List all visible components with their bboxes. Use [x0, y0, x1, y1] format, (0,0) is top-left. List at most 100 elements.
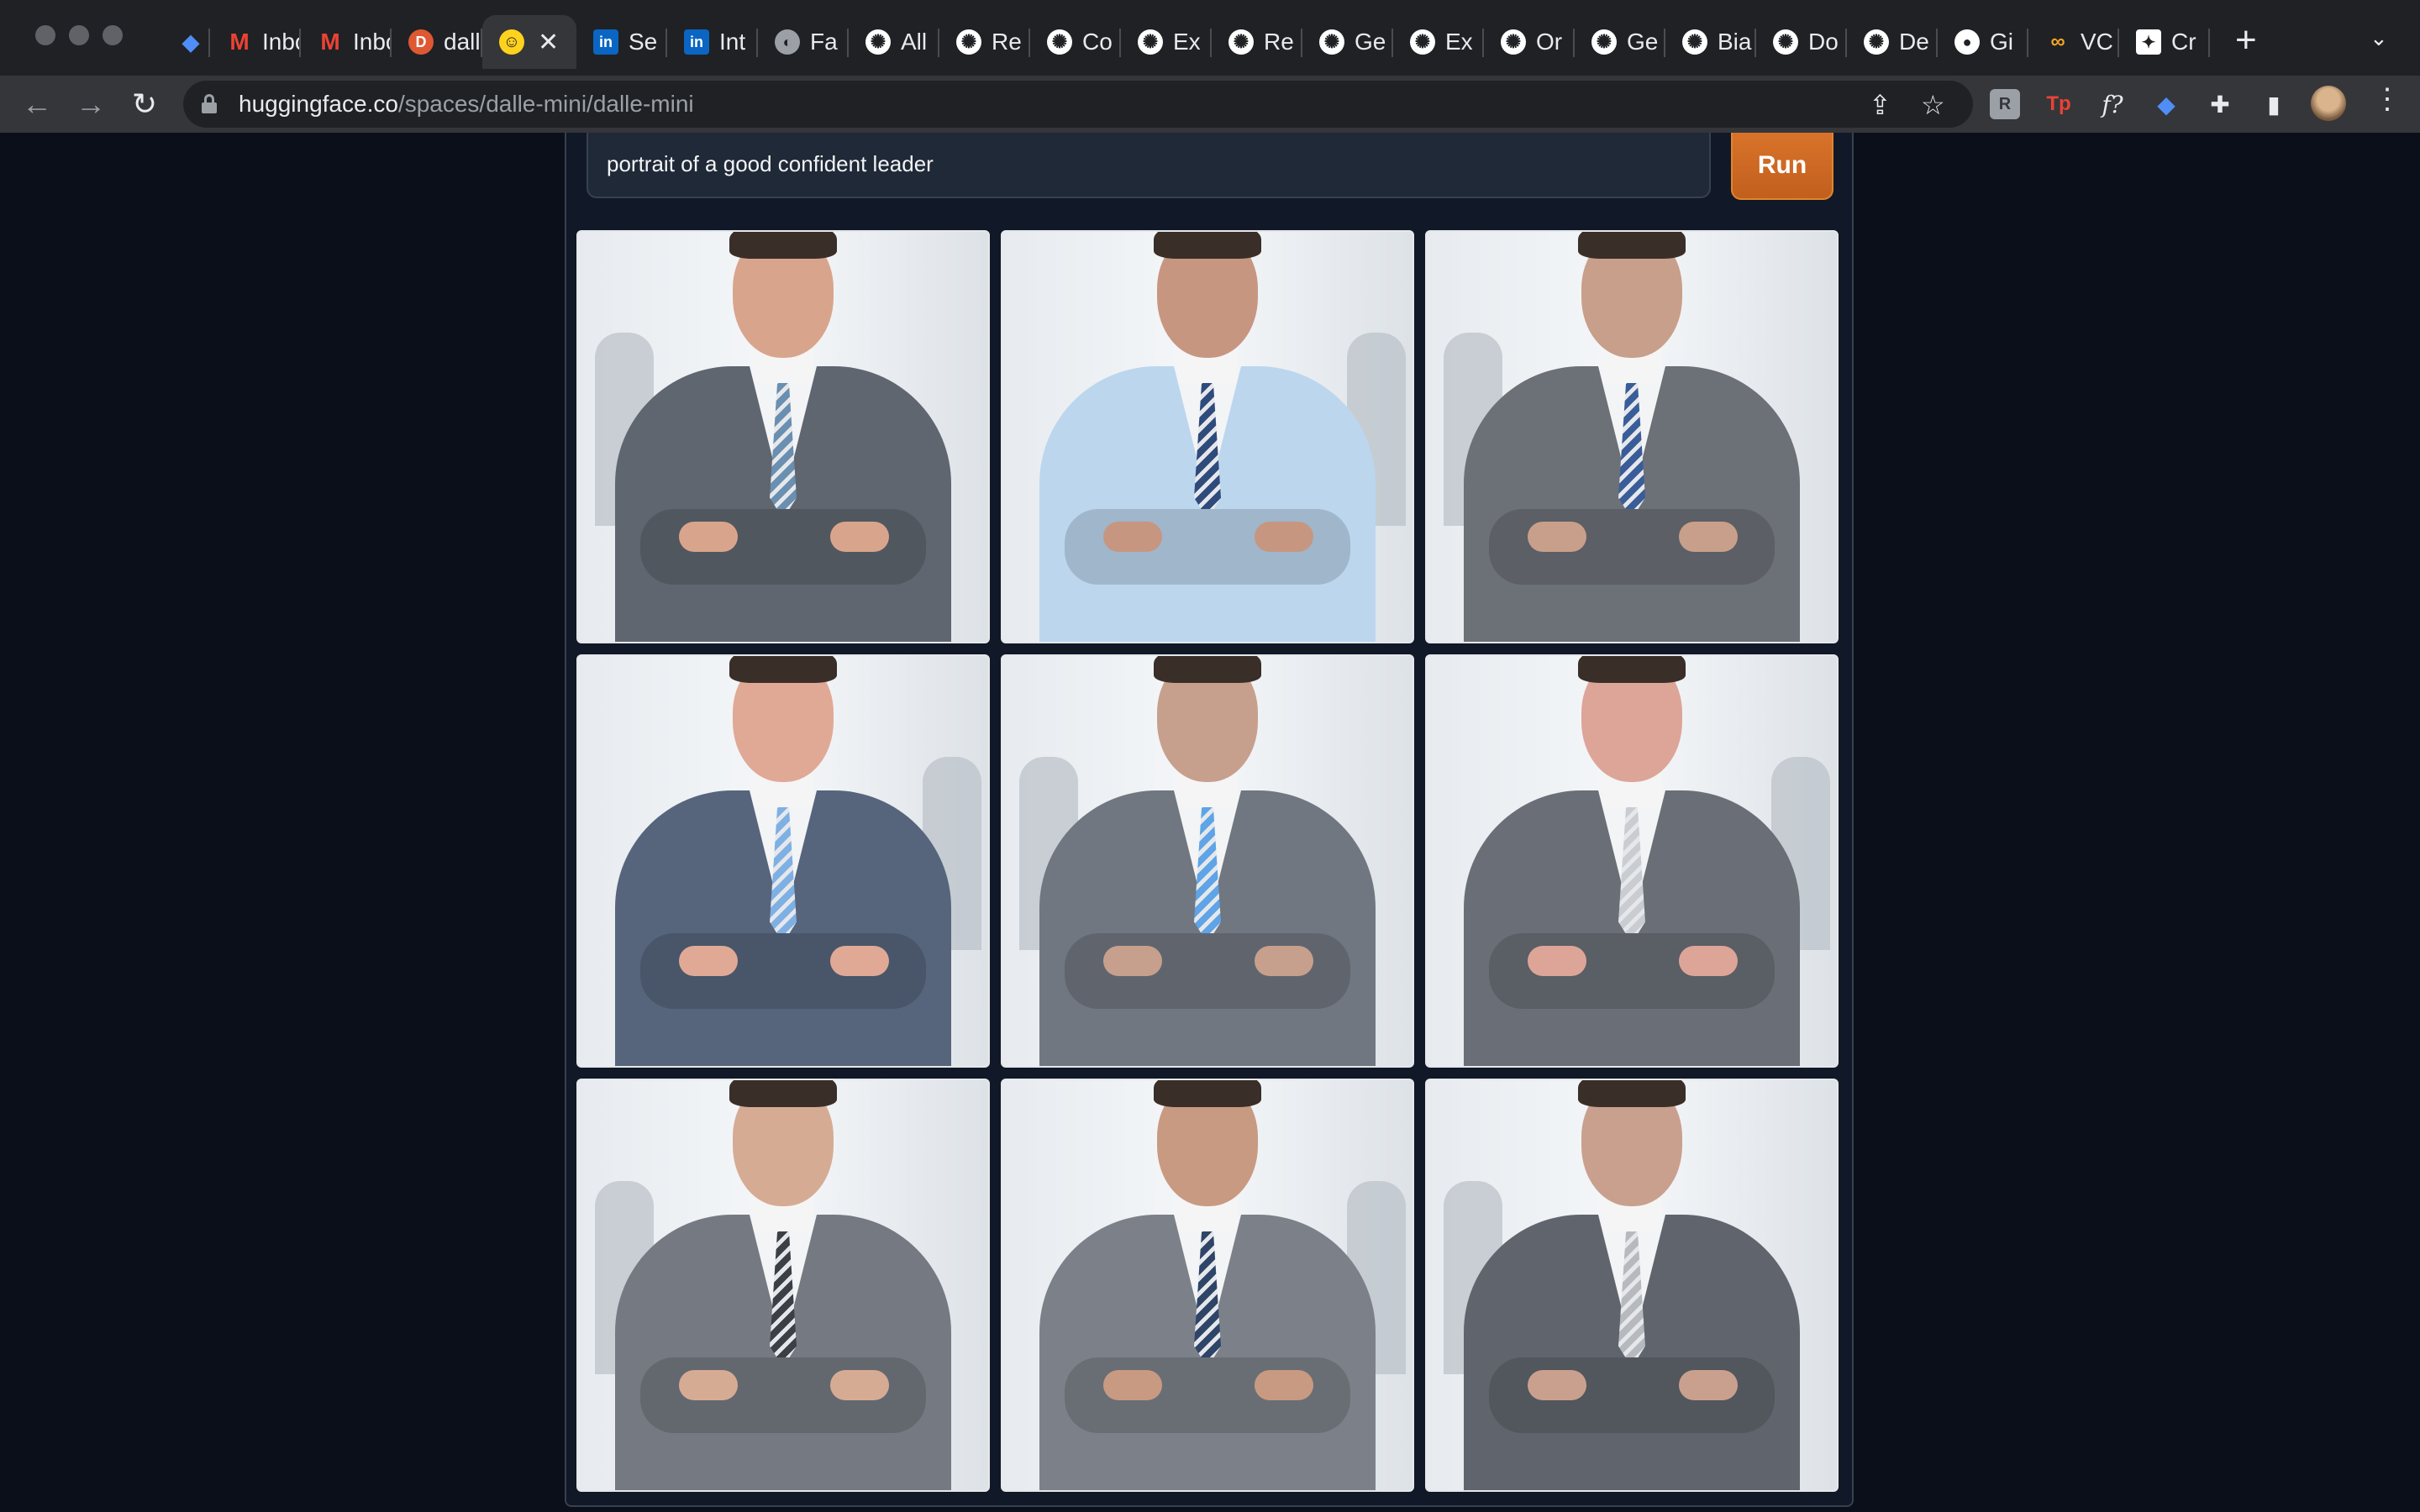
browser-tab[interactable]: M Inbox [210, 15, 301, 69]
hand [1103, 522, 1162, 552]
browser-tab[interactable]: ✺ Re [939, 15, 1030, 69]
run-button[interactable]: Run [1731, 133, 1833, 200]
browser-tab[interactable]: ◐ Fa [758, 15, 849, 69]
browser-toolbar: ← → ↻ huggingface.co/spaces/dalle-mini/d… [0, 76, 2420, 133]
browser-tab[interactable]: ✺ Bia [1665, 15, 1756, 69]
browser-tab[interactable]: ∞ VC [2028, 15, 2119, 69]
tab-title: Bia [1718, 29, 1752, 55]
browser-tab[interactable]: ✺ Ge [1575, 15, 1665, 69]
extension-gem-icon[interactable]: ◆ [2151, 89, 2181, 119]
extension-f-icon[interactable]: f? [2097, 89, 2128, 119]
hand [1679, 946, 1738, 976]
openai-icon: ✺ [1591, 29, 1617, 55]
browser-tab[interactable]: ✺ Do [1756, 15, 1847, 69]
browser-tab[interactable]: M Inbox [301, 15, 392, 69]
hand [679, 1370, 738, 1400]
tab-title: Ge [1355, 29, 1386, 55]
forward-button[interactable]: → [72, 86, 109, 123]
tab-title: Fa [810, 29, 838, 55]
hand [679, 522, 738, 552]
browser-tab[interactable]: ✺ All [849, 15, 939, 69]
generated-image-1[interactable] [576, 230, 990, 643]
close-window-button[interactable] [35, 25, 55, 45]
duckduckgo-icon: D [408, 29, 434, 55]
side-panel-icon[interactable]: ▮ [2259, 89, 2289, 119]
hand [1255, 946, 1313, 976]
hair [1578, 232, 1686, 259]
browser-tab[interactable]: ✺ Ge [1302, 15, 1393, 69]
tab-title: Co [1082, 29, 1113, 55]
back-button[interactable]: ← [18, 86, 55, 123]
new-tab-button[interactable]: + [2235, 22, 2257, 59]
browser-tab[interactable]: ✺ Co [1030, 15, 1121, 69]
share-icon[interactable]: ⇪ [1869, 89, 1891, 121]
url-text[interactable]: huggingface.co/spaces/dalle-mini/dalle-m… [239, 91, 694, 118]
zoom-window-button[interactable] [103, 25, 123, 45]
browser-tab[interactable]: ☺ ✕ [482, 15, 576, 69]
reload-button[interactable]: ↻ [126, 86, 163, 123]
hand [830, 522, 889, 552]
hand [1255, 522, 1313, 552]
extension-r-icon[interactable]: R [1990, 89, 2020, 119]
generated-image-7[interactable] [576, 1079, 990, 1492]
profile-avatar[interactable] [2311, 86, 2346, 121]
browser-tab[interactable]: ✺ Ex [1393, 15, 1484, 69]
browser-tab[interactable]: Ddalle [392, 15, 482, 69]
generated-image-4[interactable] [576, 654, 990, 1068]
browser-tab[interactable]: ✺ De [1847, 15, 1938, 69]
linkedin-icon: in [684, 29, 709, 55]
generated-image-5[interactable] [1001, 654, 1414, 1068]
tab-strip: ◆MInboxMInboxDdalle☺✕inSeinInt◐Fa✺All✺Re… [0, 0, 2420, 84]
browser-tab[interactable]: ✺ Ex [1121, 15, 1212, 69]
gem-icon: ◆ [182, 29, 199, 55]
hair [1154, 1080, 1261, 1107]
hand [1528, 522, 1586, 552]
browser-tab[interactable]: ✺ Or [1484, 15, 1575, 69]
huggingface-icon: ☺ [499, 29, 524, 55]
browser-tab[interactable]: ✺ Re [1212, 15, 1302, 69]
browser-tab[interactable]: in Se [576, 15, 667, 69]
tab-close-icon[interactable]: ✕ [538, 28, 559, 57]
tab-search-chevron-icon[interactable]: ⌄ [2370, 25, 2388, 51]
extension-tp-icon[interactable]: Tp [2044, 89, 2074, 119]
generated-image-3[interactable] [1425, 230, 1839, 643]
gmail-icon: M [320, 29, 340, 55]
generated-image-6[interactable] [1425, 654, 1839, 1068]
openai-icon: ✺ [1773, 29, 1798, 55]
hair [1154, 232, 1261, 259]
browser-tab[interactable]: in Int [667, 15, 758, 69]
browser-tab[interactable]: ◆ [168, 15, 210, 69]
hand [1679, 1370, 1738, 1400]
browser-tab[interactable]: ● Gi [1938, 15, 2028, 69]
tab-title: Ge [1627, 29, 1659, 55]
browser-tab[interactable]: ✦ Cr [2119, 15, 2210, 69]
generated-image-9[interactable] [1425, 1079, 1839, 1492]
openai-icon: ✺ [1682, 29, 1707, 55]
hand [1103, 946, 1162, 976]
linkedin-icon: in [593, 29, 618, 55]
tab-title: Inbox [353, 29, 392, 55]
hand [1528, 1370, 1586, 1400]
lock-icon[interactable] [202, 94, 217, 113]
hand [830, 946, 889, 976]
openai-icon: ✺ [1047, 29, 1072, 55]
address-bar[interactable]: huggingface.co/spaces/dalle-mini/dalle-m… [183, 81, 1973, 128]
openai-icon: ✺ [865, 29, 891, 55]
openai-icon: ✺ [1501, 29, 1526, 55]
tab-title: Do [1808, 29, 1839, 55]
prompt-input[interactable]: portrait of a good confident leader [587, 133, 1711, 198]
tab-title: Ex [1445, 29, 1473, 55]
tab-title: VC [2081, 29, 2113, 55]
bookmark-star-icon[interactable]: ☆ [1921, 89, 1945, 121]
tab-title: Int [719, 29, 746, 55]
url-host: huggingface.co [239, 91, 398, 117]
page-content: portrait of a good confident leader Run [0, 133, 2420, 1512]
minimize-window-button[interactable] [69, 25, 89, 45]
hand [1103, 1370, 1162, 1400]
extensions-puzzle-icon[interactable]: ✚ [2205, 89, 2235, 119]
generated-image-8[interactable] [1001, 1079, 1414, 1492]
generated-image-2[interactable] [1001, 230, 1414, 643]
hand [1679, 522, 1738, 552]
hair [1578, 1080, 1686, 1107]
kebab-menu-icon[interactable]: ⋮ [2373, 82, 2402, 116]
